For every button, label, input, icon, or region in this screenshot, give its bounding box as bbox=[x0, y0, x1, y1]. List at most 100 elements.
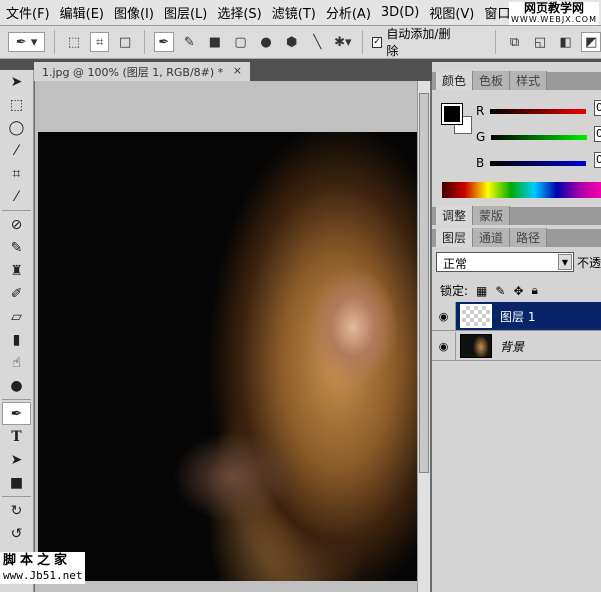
shape-layers-icon[interactable]: ⬚ bbox=[64, 32, 84, 52]
tool-preset-pen-icon[interactable]: ✒ ▾ bbox=[8, 32, 46, 52]
menu-3d[interactable]: 3D(D) bbox=[381, 5, 419, 20]
move-tool-icon[interactable]: ➤ bbox=[0, 70, 33, 93]
subtract-icon[interactable]: ◱ bbox=[530, 32, 550, 52]
green-bar[interactable] bbox=[491, 134, 588, 140]
tab-paths[interactable]: 路径 bbox=[510, 228, 548, 247]
menu-edit[interactable]: 编辑(E) bbox=[60, 3, 104, 22]
close-icon[interactable]: × bbox=[233, 64, 242, 79]
blur-tool-icon[interactable]: ☝ bbox=[0, 351, 33, 374]
ellipse-icon[interactable]: ● bbox=[256, 32, 276, 52]
dodge-tool-icon[interactable]: ● bbox=[0, 374, 33, 397]
layer-row[interactable]: ◉ 图层 1 bbox=[432, 302, 601, 331]
3d-rotate-tool-icon[interactable]: ↻ bbox=[0, 499, 33, 522]
combine-icon[interactable]: ⧉ bbox=[505, 32, 525, 52]
polygon-icon[interactable]: ⬢ bbox=[282, 32, 302, 52]
watermark-line1: 网页教学网 bbox=[524, 1, 585, 15]
blend-mode-value: 正常 bbox=[443, 257, 468, 271]
tab-swatches[interactable]: 色板 bbox=[473, 71, 511, 90]
tab-adjustments[interactable]: 调整 bbox=[436, 206, 474, 225]
path-selection-tool-icon[interactable]: ➤ bbox=[0, 448, 33, 471]
tab-styles[interactable]: 样式 bbox=[510, 71, 548, 90]
eye-icon[interactable]: ◉ bbox=[432, 302, 456, 330]
lock-transparency-icon[interactable]: ▦ bbox=[476, 284, 487, 298]
3d-orbit-tool-icon[interactable]: ↺ bbox=[0, 522, 33, 545]
menu-bar: 文件(F) 编辑(E) 图像(I) 图层(L) 选择(S) 滤镜(T) 分析(A… bbox=[0, 0, 601, 26]
divider bbox=[2, 399, 31, 400]
opacity-label: 不透 bbox=[577, 256, 601, 270]
type-tool-icon[interactable]: T bbox=[0, 425, 33, 448]
divider bbox=[2, 496, 31, 497]
canvas-area[interactable] bbox=[35, 81, 417, 592]
gradient-tool-icon[interactable]: ▮ bbox=[0, 328, 33, 351]
lasso-tool-icon[interactable]: ◯ bbox=[0, 116, 33, 139]
menu-analysis[interactable]: 分析(A) bbox=[326, 3, 371, 22]
pen-icon[interactable]: ✒ bbox=[153, 32, 174, 52]
document-tab[interactable]: 1.jpg @ 100% (图层 1, RGB/8#) * × bbox=[34, 62, 250, 81]
fill-pixels-icon[interactable]: □ bbox=[115, 32, 135, 52]
exclude-icon[interactable]: ◩ bbox=[581, 32, 601, 52]
marquee-tool-icon[interactable]: ⬚ bbox=[0, 93, 33, 116]
divider bbox=[361, 30, 363, 54]
layer-thumbnail bbox=[460, 304, 492, 328]
custom-shape-icon[interactable]: ✱▾ bbox=[333, 32, 353, 52]
auto-add-delete-checkbox[interactable]: ✓ 自动添加/删除 bbox=[371, 25, 461, 59]
adjust-panel-tabs: 调整 蒙版 bbox=[432, 206, 601, 225]
lock-position-icon[interactable]: ✥ bbox=[513, 284, 523, 298]
tab-channels[interactable]: 通道 bbox=[473, 228, 511, 247]
color-spectrum[interactable] bbox=[442, 182, 601, 198]
rounded-rectangle-icon[interactable]: ▢ bbox=[231, 32, 251, 52]
menu-layer[interactable]: 图层(L) bbox=[164, 3, 207, 22]
options-bar: ✒ ▾ ⬚ ⌗ □ ✒ ✎ ■ ▢ ● ⬢ ╲ ✱▾ ✓ 自动添加/删除 ⧉ ◱ … bbox=[0, 26, 601, 59]
paths-icon[interactable]: ⌗ bbox=[89, 32, 110, 52]
rectangle-icon[interactable]: ■ bbox=[205, 32, 225, 52]
pen-tool-icon[interactable]: ✒ bbox=[2, 402, 31, 425]
menu-file[interactable]: 文件(F) bbox=[6, 3, 50, 22]
crop-tool-icon[interactable]: ⌗ bbox=[0, 162, 33, 185]
tools-panel: ➤ ⬚ ◯ ⁄ ⌗ ⁄ ⊘ ✎ ♜ ✐ ▱ ▮ ☝ ● ✒ T ➤ ■ ↻ ↺ bbox=[0, 70, 34, 592]
menu-select[interactable]: 选择(S) bbox=[217, 3, 261, 22]
foreground-color-swatch[interactable] bbox=[441, 103, 463, 125]
layer-row[interactable]: ◉ 背景 bbox=[432, 332, 601, 361]
green-slider[interactable]: G bbox=[476, 130, 588, 144]
divider bbox=[494, 30, 496, 54]
vertical-scrollbar[interactable] bbox=[417, 81, 430, 592]
red-slider[interactable]: R bbox=[476, 104, 587, 118]
watermark-jb51: 脚本之家 www.Jb51.net bbox=[0, 552, 86, 584]
menu-filter[interactable]: 滤镜(T) bbox=[272, 3, 316, 22]
canvas-image[interactable] bbox=[38, 132, 417, 581]
freeform-pen-icon[interactable]: ✎ bbox=[180, 32, 200, 52]
clone-stamp-tool-icon[interactable]: ♜ bbox=[0, 259, 33, 282]
quick-selection-tool-icon[interactable]: ⁄ bbox=[0, 139, 33, 162]
r-value-input[interactable]: 0 bbox=[594, 100, 601, 116]
red-bar[interactable] bbox=[490, 108, 587, 114]
lock-pixels-icon[interactable]: ✎ bbox=[495, 284, 505, 298]
eye-icon[interactable]: ◉ bbox=[432, 332, 456, 360]
watermark-webjx: 网页教学网 WWW.WEBJX.COM bbox=[509, 1, 599, 25]
tab-layers[interactable]: 图层 bbox=[436, 228, 474, 247]
chevron-down-icon[interactable]: ▼ bbox=[558, 254, 572, 270]
shape-tool-icon[interactable]: ■ bbox=[0, 471, 33, 494]
brush-tool-icon[interactable]: ✎ bbox=[0, 236, 33, 259]
tab-masks[interactable]: 蒙版 bbox=[473, 206, 511, 225]
history-brush-tool-icon[interactable]: ✐ bbox=[0, 282, 33, 305]
checkbox-checked-icon[interactable]: ✓ bbox=[371, 36, 383, 48]
b-value-input[interactable]: 0 bbox=[594, 152, 601, 168]
blue-bar[interactable] bbox=[490, 160, 587, 166]
lock-all-icon[interactable]: 🔒︎ bbox=[532, 283, 538, 298]
scrollbar-thumb[interactable] bbox=[419, 93, 429, 473]
line-icon[interactable]: ╲ bbox=[307, 32, 327, 52]
layer-name: 图层 1 bbox=[500, 309, 536, 324]
intersect-icon[interactable]: ◧ bbox=[556, 32, 576, 52]
blend-mode-select[interactable]: 正常 ▼ bbox=[436, 252, 574, 272]
r-label: R bbox=[476, 104, 485, 118]
blue-slider[interactable]: B bbox=[476, 156, 587, 170]
layers-panel-tabs: 图层 通道 路径 bbox=[432, 228, 601, 247]
healing-brush-tool-icon[interactable]: ⊘ bbox=[0, 213, 33, 236]
menu-view[interactable]: 视图(V) bbox=[429, 3, 474, 22]
divider bbox=[2, 210, 31, 211]
tab-color[interactable]: 颜色 bbox=[436, 71, 474, 90]
eraser-tool-icon[interactable]: ▱ bbox=[0, 305, 33, 328]
menu-image[interactable]: 图像(I) bbox=[114, 3, 154, 22]
g-value-input[interactable]: 0 bbox=[594, 126, 601, 142]
eyedropper-tool-icon[interactable]: ⁄ bbox=[0, 185, 33, 208]
